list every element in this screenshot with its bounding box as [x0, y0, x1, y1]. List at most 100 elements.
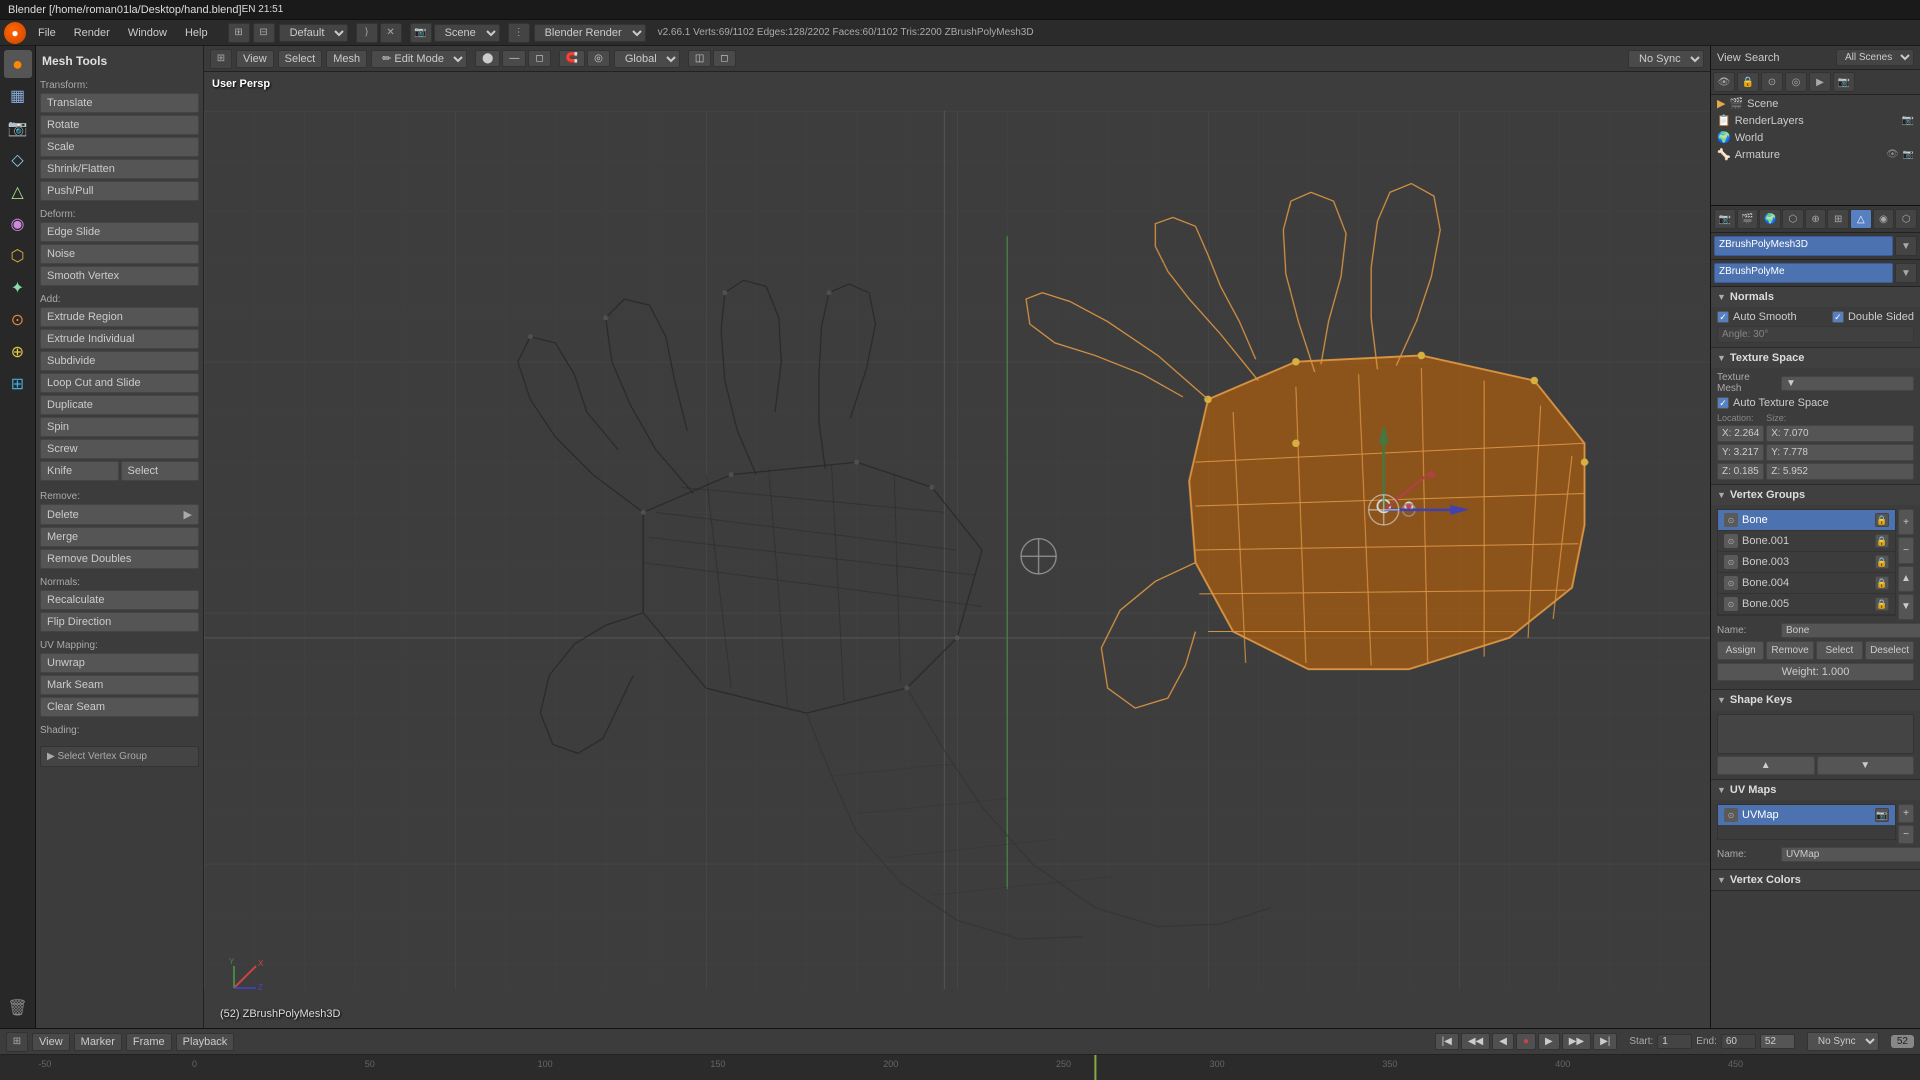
uv-name-input[interactable] [1781, 847, 1920, 862]
outliner-icon-5[interactable]: ▶ [1809, 72, 1831, 92]
all-scenes-select[interactable]: All Scenes [1836, 49, 1914, 66]
viewport-3d[interactable]: ⊞ View Select Mesh ✏ Edit Mode ⬤ — ◻ 🧲 ◎ [204, 46, 1710, 1028]
menu-help[interactable]: Help [177, 25, 216, 41]
normals-section-header[interactable]: Normals [1711, 287, 1920, 307]
viewport-canvas-area[interactable]: User Persp (52) ZBrushPolyMesh3D X Y Z [204, 72, 1710, 1028]
sync-select-timeline[interactable]: No Sync [1807, 1032, 1879, 1051]
shape-keys-header[interactable]: Shape Keys [1711, 690, 1920, 710]
layout-icon-4[interactable]: ✕ [380, 23, 402, 43]
scene-tree-armature[interactable]: 🦴 Armature 👁 📷 [1711, 146, 1920, 163]
noise-btn[interactable]: Noise [40, 244, 199, 264]
sidebar-icon-logo[interactable]: ● [4, 50, 32, 78]
extrude-individual-btn[interactable]: Extrude Individual [40, 329, 199, 349]
recalculate-btn[interactable]: Recalculate [40, 590, 199, 610]
subobj-browse-icon[interactable]: ▼ [1895, 263, 1917, 283]
play-record-btn[interactable]: ● [1516, 1033, 1536, 1050]
delete-btn[interactable]: Delete ▶ [40, 504, 199, 525]
sidebar-icon-object[interactable]: ◇ [4, 146, 32, 174]
vg-up-btn[interactable]: ▲ [1898, 566, 1914, 592]
double-sided-check[interactable]: ✓ [1832, 311, 1844, 323]
props-icon-world[interactable]: 🌍 [1759, 209, 1781, 229]
size-x[interactable]: X: 7.070 [1766, 425, 1914, 442]
vg-add-btn[interactable]: + [1898, 509, 1914, 535]
layout-icon-3[interactable]: ⟩ [356, 23, 378, 43]
shrink-flatten-btn[interactable]: Shrink/Flatten [40, 159, 199, 179]
edge-slide-btn[interactable]: Edge Slide [40, 222, 199, 242]
vg-item-bone003[interactable]: ⊙ Bone.003 🔒 [1718, 552, 1895, 573]
play-end-btn[interactable]: ▶| [1593, 1033, 1617, 1050]
outliner-icon-3[interactable]: ⊙ [1761, 72, 1783, 92]
layout-select[interactable]: Default [279, 24, 348, 42]
extrude-region-btn[interactable]: Extrude Region [40, 307, 199, 327]
timeline-marker-btn[interactable]: Marker [74, 1033, 122, 1051]
search-btn-outline[interactable]: Search [1745, 52, 1780, 64]
props-icon-texture[interactable]: ⬡ [1895, 209, 1917, 229]
vg-select-btn[interactable]: Select [1816, 641, 1863, 660]
sidebar-icon-constraints[interactable]: ⊕ [4, 338, 32, 366]
play-next-btn[interactable]: ▶▶ [1562, 1033, 1591, 1050]
edit-mode-select[interactable]: ✏ Edit Mode [371, 50, 467, 68]
uv-add-btn[interactable]: + [1898, 804, 1914, 823]
scene-select[interactable]: Scene [434, 24, 500, 42]
vg-bone004-lock[interactable]: 🔒 [1875, 576, 1889, 590]
vg-deselect-btn[interactable]: Deselect [1865, 641, 1914, 660]
sidebar-icon-modifier[interactable]: ⊞ [4, 370, 32, 398]
scene-tree-scene[interactable]: ▶ 🎬 Scene [1711, 95, 1920, 112]
sidebar-icon-texture[interactable]: ⬡ [4, 242, 32, 270]
sync-select[interactable]: No Sync [1628, 50, 1704, 68]
vertex-mode-btn[interactable]: ⬤ [475, 50, 500, 67]
wireframe-btn[interactable]: ◻ [713, 50, 735, 67]
timeline-view-btn[interactable]: View [32, 1033, 70, 1051]
sidebar-icon-material[interactable]: ◉ [4, 210, 32, 238]
shape-keys-up-btn[interactable]: ▲ [1717, 756, 1815, 775]
timeline-playback-btn[interactable]: Playback [176, 1033, 235, 1051]
auto-texture-check[interactable]: ✓ [1717, 397, 1729, 409]
timeline-frame-btn[interactable]: Frame [126, 1033, 172, 1051]
layout-icon-2[interactable]: ⊟ [253, 23, 275, 43]
sidebar-icon-scene[interactable]: ▦ [4, 82, 32, 110]
menu-render[interactable]: Render [66, 25, 118, 41]
props-icon-material[interactable]: ◉ [1873, 209, 1895, 229]
vertex-colors-header[interactable]: Vertex Colors [1711, 870, 1920, 890]
vg-assign-btn[interactable]: Assign [1717, 641, 1764, 660]
size-y[interactable]: Y: 7.778 [1766, 444, 1914, 461]
scene-tree-world[interactable]: 🌍 World [1711, 129, 1920, 146]
sidebar-icon-trash[interactable]: 🗑 [4, 994, 32, 1022]
screw-btn[interactable]: Screw [40, 439, 199, 459]
vg-remove-action-btn[interactable]: Remove [1766, 641, 1813, 660]
vg-item-bone[interactable]: ⊙ Bone 🔒 [1718, 510, 1895, 531]
vg-bone001-lock[interactable]: 🔒 [1875, 534, 1889, 548]
props-icon-constraints[interactable]: ⊕ [1805, 209, 1827, 229]
vg-name-input[interactable] [1781, 623, 1920, 638]
outliner-icon-4[interactable]: ◎ [1785, 72, 1807, 92]
size-z[interactable]: Z: 5.952 [1766, 463, 1914, 480]
uv-camera-icon[interactable]: 📷 [1875, 808, 1889, 822]
loc-y[interactable]: Y: 3.217 [1717, 444, 1764, 461]
view-menu-btn[interactable]: View [236, 50, 274, 68]
face-mode-btn[interactable]: ◻ [528, 50, 550, 67]
play-prev-btn[interactable]: ◀ [1492, 1033, 1514, 1050]
merge-btn[interactable]: Merge [40, 527, 199, 547]
snap-btn[interactable]: 🧲 [559, 50, 585, 67]
texture-mesh-value[interactable]: ▼ [1781, 376, 1914, 391]
timeline-ruler[interactable]: -50 0 50 100 150 200 250 300 350 400 450 [0, 1055, 1920, 1080]
transform-space-select[interactable]: Global [614, 50, 680, 68]
current-frame-input[interactable] [1760, 1034, 1795, 1049]
object-browse-icon[interactable]: ▼ [1895, 236, 1917, 256]
knife-btn[interactable]: Knife [40, 461, 119, 481]
sidebar-icon-render[interactable]: 📷 [4, 114, 32, 142]
loc-z[interactable]: Z: 0.185 [1717, 463, 1764, 480]
vertex-groups-header[interactable]: Vertex Groups [1711, 485, 1920, 505]
mesh-menu-btn[interactable]: Mesh [326, 50, 367, 68]
vg-item-bone001[interactable]: ⊙ Bone.001 🔒 [1718, 531, 1895, 552]
vg-bone-lock[interactable]: 🔒 [1875, 513, 1889, 527]
remove-doubles-btn[interactable]: Remove Doubles [40, 549, 199, 569]
play-btn[interactable]: ▶ [1538, 1033, 1560, 1050]
texture-space-header[interactable]: Texture Space [1711, 348, 1920, 368]
sidebar-icon-physics[interactable]: ⊙ [4, 306, 32, 334]
edge-mode-btn[interactable]: — [502, 50, 526, 67]
rotate-btn[interactable]: Rotate [40, 115, 199, 135]
active-object-display[interactable]: ZBrushPolyMesh3D [1714, 236, 1893, 256]
props-icon-render[interactable]: 📷 [1714, 209, 1736, 229]
active-subobj-display[interactable]: ZBrushPolyMe [1714, 263, 1893, 283]
